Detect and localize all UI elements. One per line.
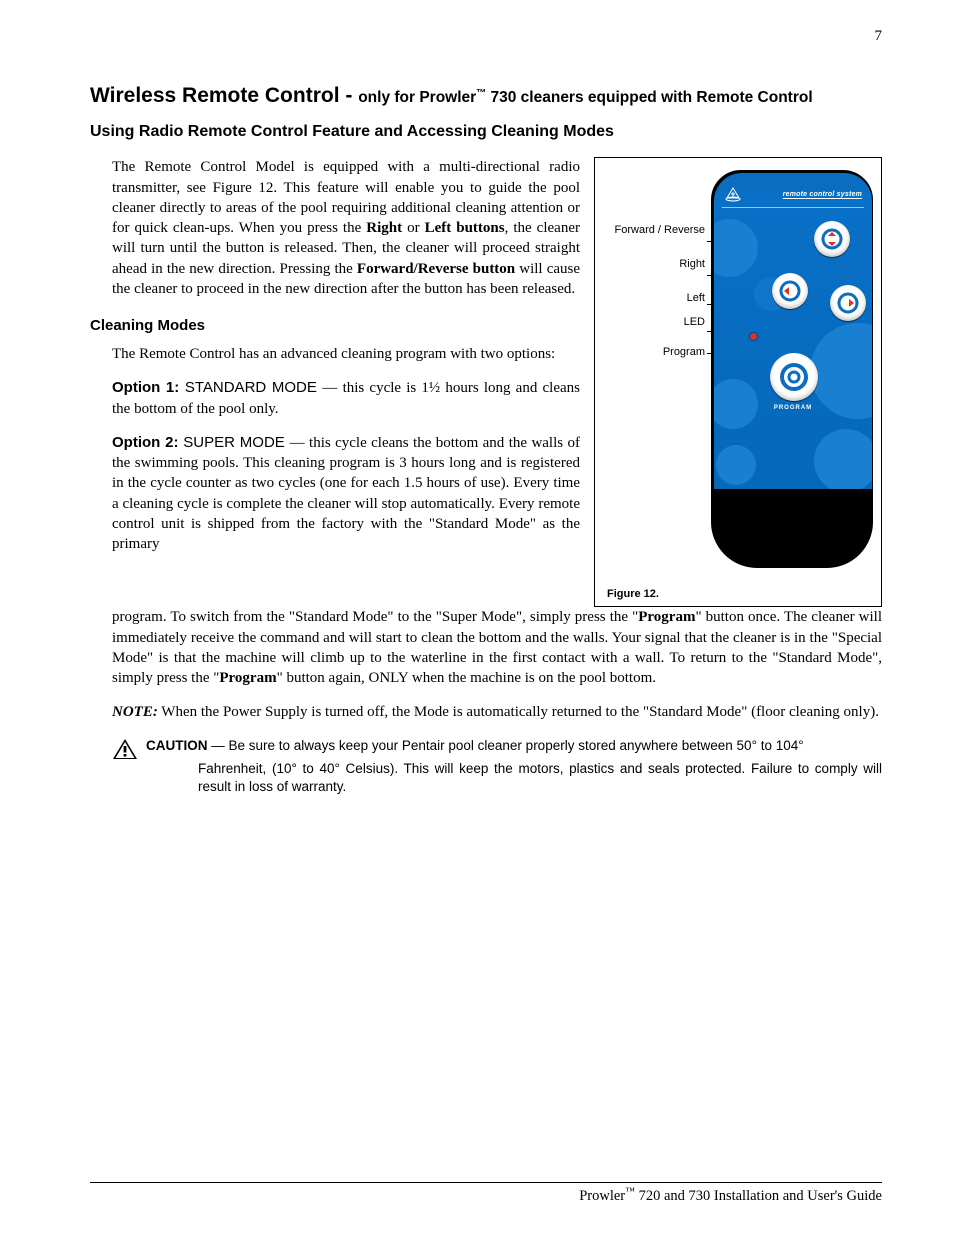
option-1-mode: STANDARD MODE: [179, 379, 322, 396]
label-led: LED: [601, 316, 705, 346]
remote-illustration: remote control system: [711, 166, 873, 584]
text: or: [402, 220, 425, 236]
figure-caption: Figure 12.: [607, 588, 875, 600]
trademark-icon: ™: [476, 88, 486, 99]
footer-post: 720 and 730 Installation and User's Guid…: [635, 1188, 882, 1204]
page: 7 Wireless Remote Control - only for Pro…: [0, 0, 954, 1235]
option-2-body-left: — this cycle cleans the bottom and the w…: [112, 435, 580, 552]
left-arrow-icon: [779, 280, 801, 302]
remote-header: remote control system: [714, 181, 872, 207]
title-sub-pre: only for Prowler: [358, 89, 476, 106]
heading-1: Wireless Remote Control - only for Prowl…: [90, 82, 882, 109]
text: " button again, ONLY when the machine is…: [277, 670, 656, 686]
warning-icon: [112, 738, 138, 760]
left-button: [772, 273, 808, 309]
bubble-icon: [714, 219, 758, 277]
up-down-arrows-icon: [821, 228, 843, 250]
title-sub-post: 730 cleaners equipped with Remote Contro…: [486, 89, 812, 106]
footer-text: Prowler™ 720 and 730 Installation and Us…: [579, 1186, 882, 1205]
bubble-icon: [716, 445, 756, 485]
caution-lead: CAUTION: [146, 738, 208, 753]
note-lead: NOTE:: [112, 704, 158, 720]
caution-first-line: Be sure to always keep your Pentair pool…: [229, 738, 804, 753]
divider: [722, 207, 864, 208]
option-1-lead: Option 1:: [112, 379, 179, 396]
forward-reverse-button: [814, 221, 850, 257]
title-main: Wireless Remote Control -: [90, 84, 358, 107]
intro-paragraph: The Remote Control Model is equipped wit…: [112, 157, 580, 299]
bold-text: Forward/Reverse button: [357, 261, 515, 277]
note-paragraph: NOTE: When the Power Supply is turned of…: [112, 702, 882, 722]
heading-2: Using Radio Remote Control Feature and A…: [90, 123, 882, 141]
option-2-continued: program. To switch from the "Standard Mo…: [112, 607, 882, 688]
bubble-icon: [814, 429, 872, 489]
footer-rule: [90, 1182, 882, 1183]
remote-body: remote control system: [711, 170, 873, 568]
bubble-icon: [714, 379, 758, 429]
led-indicator-icon: [750, 333, 757, 340]
right-arrow-icon: [837, 292, 859, 314]
program-icon: [779, 362, 809, 392]
figure-labels: Forward / Reverse Right Left LED Program: [601, 166, 705, 359]
caution-dash: —: [208, 738, 229, 753]
label-program: Program: [601, 346, 705, 359]
option-2: Option 2: SUPER MODE — this cycle cleans…: [112, 433, 580, 555]
caution-text: CAUTION — Be sure to always keep your Pe…: [146, 737, 882, 755]
left-column: The Remote Control Model is equipped wit…: [112, 157, 580, 554]
note-body: When the Power Supply is turned off, the…: [158, 704, 879, 720]
modes-intro: The Remote Control has an advanced clean…: [112, 344, 580, 364]
heading-3-modes: Cleaning Modes: [90, 317, 580, 334]
bold-text: Left buttons: [425, 220, 505, 236]
label-right: Right: [601, 258, 705, 292]
logo-icon: [724, 186, 742, 202]
bold-text: Program: [638, 609, 695, 625]
option-2-lead: Option 2:: [112, 434, 178, 451]
program-label: PROGRAM: [714, 405, 872, 411]
figure-12: Forward / Reverse Right Left LED Program: [594, 157, 882, 607]
right-button: [830, 285, 866, 321]
label-left: Left: [601, 292, 705, 316]
remote-face: remote control system: [714, 173, 872, 489]
program-button: [770, 353, 818, 401]
bold-text: Right: [366, 220, 402, 236]
content-row: The Remote Control Model is equipped wit…: [90, 157, 882, 607]
caution-body: Fahrenheit, (10° to 40° Celsius). This w…: [198, 760, 882, 796]
label-forward-reverse: Forward / Reverse: [601, 224, 705, 258]
option-1: Option 1: STANDARD MODE — this cycle is …: [112, 378, 580, 419]
remote-brand-text: remote control system: [783, 191, 862, 198]
figure-inner: Forward / Reverse Right Left LED Program: [601, 166, 875, 584]
footer-pre: Prowler: [579, 1188, 625, 1204]
option-2-mode: SUPER MODE: [178, 434, 289, 451]
text: program. To switch from the "Standard Mo…: [112, 609, 638, 625]
bold-text: Program: [219, 670, 276, 686]
page-number: 7: [875, 28, 883, 45]
trademark-icon: ™: [625, 1186, 635, 1197]
caution-block: CAUTION — Be sure to always keep your Pe…: [112, 737, 882, 760]
remote-connector-icon: [785, 565, 799, 568]
